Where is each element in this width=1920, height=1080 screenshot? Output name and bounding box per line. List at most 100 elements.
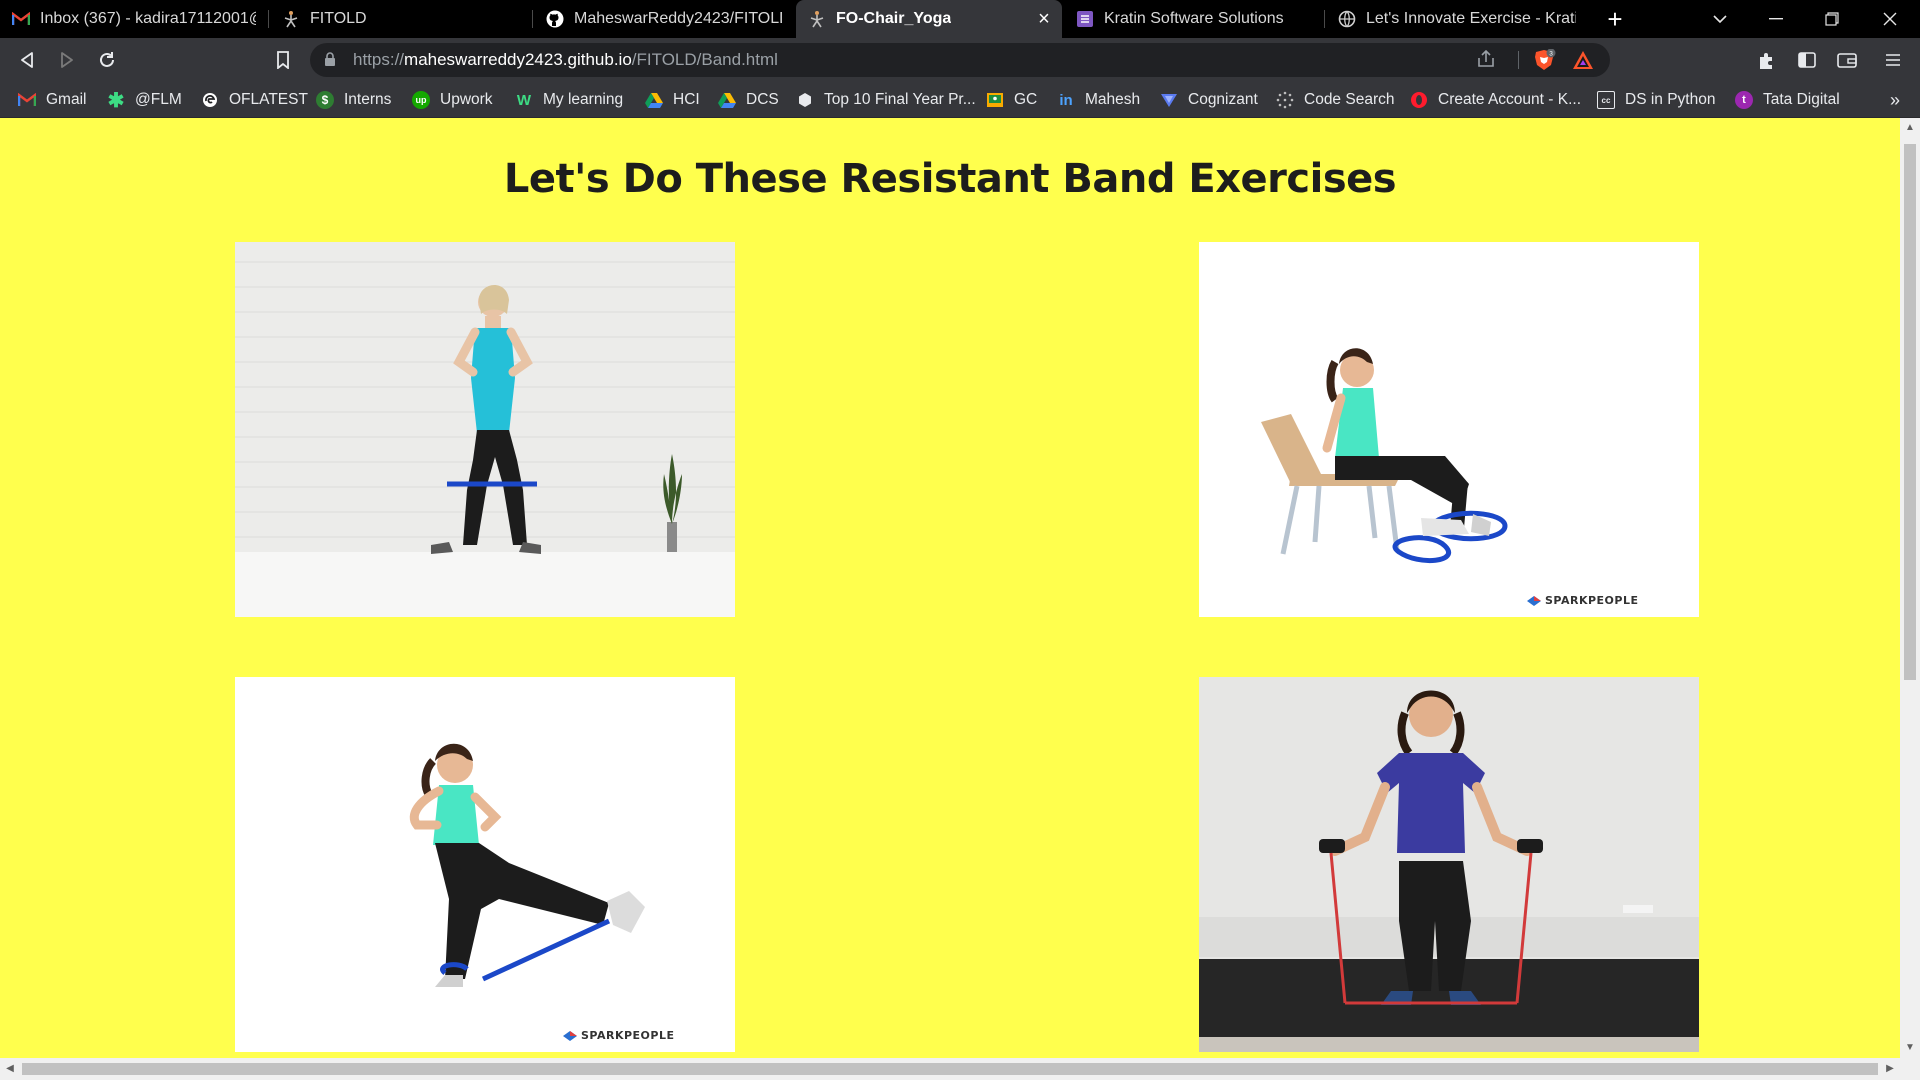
sparkpeople-logo-icon [1527,595,1541,606]
bookmark-top10[interactable]: Top 10 Final Year Pr... [796,82,976,118]
bookmark-gmail[interactable]: Gmail [18,82,86,118]
new-tab-button[interactable]: + [1600,4,1630,34]
minimize-icon [1769,18,1783,20]
hex-icon [796,91,814,109]
bookmark-label: Create Account - K... [1438,91,1582,108]
url-text[interactable]: https://maheswarreddy2423.github.io/FITO… [353,50,778,70]
scroll-down-arrow-icon[interactable]: ▼ [1900,1038,1920,1058]
bookmark-label: Code Search [1304,91,1395,108]
bookmark-oflatest[interactable]: OFLATEST [201,82,308,118]
address-bar[interactable]: https://maheswarreddy2423.github.io/FITO… [310,43,1610,77]
url-scheme: https:// [353,50,405,69]
bookmark-upwork[interactable]: up Upwork [412,82,493,118]
scroll-right-arrow-icon[interactable]: ▶ [1880,1058,1900,1080]
chevron-down-icon [1713,15,1727,24]
restore-button[interactable] [1804,0,1860,38]
bookmark-interns[interactable]: $ Interns [316,82,391,118]
bookmark-cognizant[interactable]: Cognizant [1160,82,1258,118]
tab-title: Kratin Software Solutions [1104,10,1284,27]
horizontal-scrollbar[interactable]: ◀ ▶ [0,1058,1920,1080]
bookmark-flm[interactable]: ✱ @FLM [107,82,182,118]
dollar-icon: $ [316,91,334,109]
bookmark-gc[interactable]: GC [986,82,1037,118]
bookmark-tata-digital[interactable]: t Tata Digital [1735,82,1840,118]
sidebar-button[interactable] [1792,45,1822,75]
tab-fo-chair-yoga[interactable]: FO-Chair_Yoga × [796,0,1062,38]
reload-icon [100,52,114,67]
tab-title: FITOLD [310,10,367,27]
vertical-scrollbar[interactable]: ▲ ▼ [1900,118,1920,1058]
watermark-text: SPARKPEOPLE [1545,594,1639,607]
sparkpeople-watermark: SPARKPEOPLE [563,1029,675,1042]
back-button[interactable] [12,45,42,75]
brave-shields-icon[interactable]: 3 [1532,48,1556,76]
exercise-image-seated-band: SPARKPEOPLE [1199,242,1699,617]
page-title: Let's Do These Resistant Band Exercises [503,156,1397,202]
bookmark-ds-python[interactable]: cc DS in Python [1597,82,1715,118]
vertical-scroll-thumb[interactable] [1904,144,1916,680]
brave-rewards-icon[interactable] [1572,50,1594,75]
tab-gmail[interactable]: Inbox (367) - kadira17112001@g [0,0,268,38]
linkedin-icon: in [1059,91,1073,109]
bookmark-page-button[interactable] [268,45,298,75]
wallet-button[interactable] [1832,45,1862,75]
bookmark-label: Mahesh [1085,91,1141,108]
tata-icon: t [1735,91,1753,109]
menu-button[interactable] [1878,45,1908,75]
lock-icon [324,52,336,72]
scroll-left-arrow-icon[interactable]: ◀ [0,1058,20,1080]
gmail-icon [18,91,36,109]
tab-title: FO-Chair_Yoga [836,10,952,27]
forward-button[interactable] [52,45,82,75]
bookmark-my-learning[interactable]: W My learning [515,82,623,118]
bookmarks-bar: Gmail ✱ @FLM OFLATEST $ Interns up Upwor… [0,82,1920,118]
tab-lets-innovate[interactable]: Let's Innovate Exercise - Kratin LL [1326,0,1588,38]
tab-fitold[interactable]: FITOLD [270,0,532,38]
classroom-icon [986,91,1004,109]
bookmark-label: @FLM [135,91,182,108]
tab-title: Let's Innovate Exercise - Kratin LL [1366,10,1576,27]
cc-icon: cc [1597,91,1615,109]
form-icon [1076,10,1094,28]
opera-icon [1410,91,1428,109]
brave-count: 3 [1549,51,1553,58]
extensions-button[interactable] [1752,45,1782,75]
exercise-image-band-squat [235,242,735,617]
tab-separator [532,10,533,28]
share-icon[interactable] [1476,49,1496,73]
close-window-button[interactable] [1862,0,1918,38]
horizontal-scroll-thumb[interactable] [22,1063,1878,1075]
page-viewport: Let's Do These Resistant Band Exercises [0,118,1900,1058]
wallet-icon [1837,53,1857,68]
reload-button[interactable] [92,45,122,75]
bookmark-code-search[interactable]: Code Search [1276,82,1394,118]
close-icon [1883,12,1897,26]
github-icon [546,10,564,28]
tab-search-button[interactable] [1692,0,1748,38]
tab-kratin[interactable]: Kratin Software Solutions [1064,0,1324,38]
url-host: maheswarreddy2423.github.io [404,50,632,69]
bookmark-icon [277,51,289,69]
close-tab-icon[interactable]: × [1034,9,1054,29]
bookmark-label: Top 10 Final Year Pr... [824,91,976,108]
gmail-icon [12,10,30,28]
bookmark-dcs[interactable]: DCS [718,82,779,118]
tab-separator [1324,10,1325,28]
edge-icon [201,91,219,109]
yoga-icon [282,10,300,28]
forward-icon [61,52,73,68]
exercise-image-band-curl [1199,677,1699,1052]
bookmark-mahesh[interactable]: in Mahesh [1057,82,1140,118]
tab-title: Inbox (367) - kadira17112001@g [40,10,256,27]
minimize-button[interactable] [1748,0,1804,38]
bookmark-hci[interactable]: HCI [645,82,700,118]
tab-separator [268,10,269,28]
scroll-up-arrow-icon[interactable]: ▲ [1900,118,1920,138]
sparkpeople-watermark: SPARKPEOPLE [1527,594,1639,607]
bookmark-label: Interns [344,91,392,108]
menu-icon [1886,54,1900,66]
tab-title: MaheswarReddy2423/FITOLD [574,10,782,27]
bookmark-create-account[interactable]: Create Account - K... [1410,82,1581,118]
tab-github-repo[interactable]: MaheswarReddy2423/FITOLD [534,0,794,38]
bookmarks-overflow-button[interactable]: » [1890,82,1900,118]
